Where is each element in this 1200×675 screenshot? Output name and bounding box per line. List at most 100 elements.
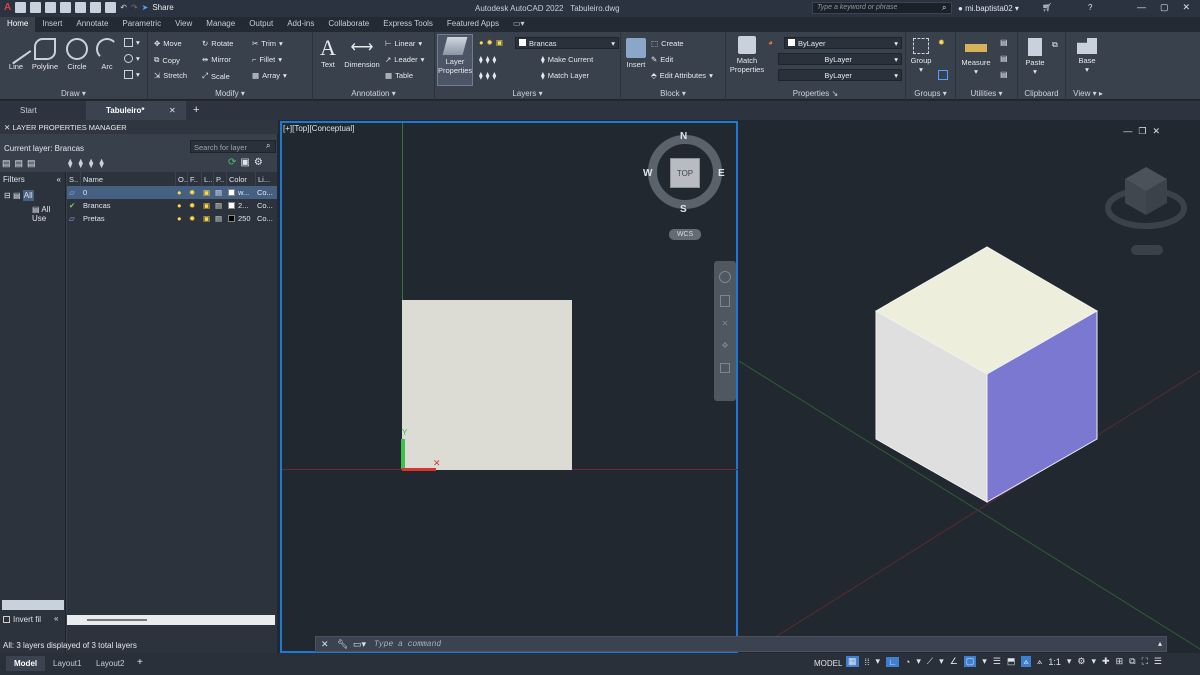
chevron-down-icon[interactable]: ▾ [1092,656,1097,667]
layout-tab-model[interactable]: Model [6,656,46,671]
open-icon[interactable] [30,2,42,13]
leader-button[interactable]: ↗ Leader ▾ [385,55,424,64]
cart-icon[interactable]: 🛒︎ [1042,3,1052,12]
command-expand-icon[interactable]: ▴ [1158,639,1162,648]
settings-icon[interactable]: ▣ [240,157,249,168]
col-linetype[interactable]: Li... [256,172,277,186]
minimize-icon[interactable]: — [1137,2,1146,13]
layer-on-icon[interactable]: ● [177,188,182,197]
layer-color-swatch[interactable] [228,189,235,196]
search-input[interactable]: Type a keyword or phrase [812,2,952,14]
clean-screen-icon[interactable]: ⛶ [1142,656,1148,667]
set-current-icon[interactable]: ⧫ [99,158,103,169]
grid-icon[interactable]: ▦ [846,656,859,667]
scale-button[interactable]: ⤢ Scale [202,71,230,81]
draw-panel-title[interactable]: Draw [61,89,80,98]
wcs-menu[interactable]: WCS [669,229,701,240]
array-button[interactable]: ▦ Array ▾ [252,71,287,80]
ortho-icon[interactable]: ∟ [886,656,899,667]
compass-west[interactable]: W [643,168,652,179]
color-wheel-icon[interactable]: ◕ [768,38,773,47]
filter-all[interactable]: ⊟ ▤ All [4,190,34,201]
layer-plot-icon[interactable]: ▤ [215,214,222,223]
quick-properties-icon[interactable]: ⊞ [1116,656,1124,667]
block-panel-title[interactable]: Block [660,89,680,98]
make-current-button[interactable]: ⧫ Make Current [541,55,593,64]
linetype-dropdown[interactable]: ByLayer ▾ [778,69,902,81]
text-button[interactable]: A Text [317,36,339,70]
lineweight-dropdown[interactable]: ByLayer ▾ [778,53,902,65]
wcs-menu-3d[interactable] [1131,245,1163,255]
viewport-controls[interactable]: [+][Top][Conceptual] [283,124,354,133]
groups-panel-title[interactable]: Groups [914,89,940,98]
tab-express-tools[interactable]: Express Tools [376,17,440,32]
object-snap-tracking-icon[interactable]: ∠ [950,656,958,667]
board-square[interactable] [402,300,572,470]
zoom-icon[interactable]: ✕ [719,319,731,329]
stretch-button[interactable]: ⇲ Stretch [154,71,187,80]
col-status[interactable]: S.. [67,172,81,186]
utilities-panel-title[interactable]: Utilities [970,89,996,98]
copy-clip-icon[interactable]: ⧉ [1052,40,1058,50]
delete-layer-icon[interactable]: ⧫ [89,158,93,169]
quick-select-icon[interactable]: ▤ [1000,38,1008,47]
measure-button[interactable]: Measure ▾ [958,40,994,76]
line-button[interactable]: Line [0,33,32,71]
layer-horizontal-scrollbar[interactable] [67,615,275,625]
group-select-icon[interactable] [938,70,948,80]
rectangle-button[interactable]: ▾ [124,38,140,47]
col-on[interactable]: O.. [176,172,188,186]
layer-plot-icon[interactable]: ▤ [215,188,222,197]
lineweight-icon[interactable]: ☰ [993,656,1001,667]
dimension-button[interactable]: ⟷ Dimension [343,36,381,69]
search-icon[interactable]: ⌕ [942,3,946,13]
layer-lock-icon[interactable]: ▣ [203,201,210,210]
col-color[interactable]: Color [227,172,256,186]
tab-output[interactable]: Output [242,17,280,32]
compass-east[interactable]: E [718,168,725,179]
close-command-icon[interactable]: ✕ [321,639,329,650]
layers-panel-title[interactable]: Layers [512,89,536,98]
arc-button[interactable]: Arc [95,38,119,71]
share-button[interactable]: Share [152,3,173,12]
new-property-filter-icon[interactable]: ▤ [2,158,11,169]
snap-icon[interactable]: ⁞⁞ [865,657,870,667]
circle-button[interactable]: Circle [64,38,90,71]
tab-home[interactable]: Home [0,17,36,32]
col-name[interactable]: Name [81,172,176,186]
layer-freeze-icon[interactable]: ✹ [189,214,195,223]
layer-color-swatch[interactable] [228,215,235,222]
base-button[interactable]: Base ▾ [1072,38,1102,74]
layer-lock-icon[interactable]: ▣ [203,188,210,197]
save-as-icon[interactable] [60,2,72,13]
polar-icon[interactable]: ◔ [905,657,910,667]
polyline-button[interactable]: Polyline [30,38,60,71]
collapse-filters-icon[interactable]: « [57,175,61,184]
view-panel-title[interactable]: View [1073,89,1090,98]
col-freeze[interactable]: F.. [188,172,202,186]
draw-more-button[interactable]: ▾ [124,70,140,79]
layer-lock-icon[interactable]: ▣ [203,214,210,223]
filter-all-used[interactable]: ▤ All Use [32,205,65,223]
layer-on-icon[interactable]: ● [177,201,182,210]
group-tools-icon[interactable]: ✹ [938,38,945,47]
tab-manage[interactable]: Manage [199,17,242,32]
ribbon-options-icon[interactable]: ▭▾ [506,17,532,32]
chevron-down-icon[interactable]: ▾ [1067,656,1072,667]
calculator-icon[interactable]: ▤ [1000,70,1008,79]
customization-icon[interactable]: ☰ [1154,656,1162,667]
create-block-button[interactable]: ⬚ Create [651,39,684,48]
tab-annotate[interactable]: Annotate [69,17,115,32]
collapse-panel-icon[interactable]: « [54,614,58,623]
col-plot[interactable]: P.. [214,172,227,186]
table-row[interactable]: ✔ Brancas ● ✹ ▣ ▤ 2... Co... [67,199,277,212]
save-icon[interactable] [45,2,57,13]
modify-panel-title[interactable]: Modify [215,89,239,98]
mirror-button[interactable]: ⇹ Mirror [202,55,231,64]
col-lock[interactable]: L.. [202,172,214,186]
tab-featured-apps[interactable]: Featured Apps [440,17,506,32]
linear-button[interactable]: ⊢ Linear ▾ [385,39,422,48]
viewport-3d[interactable]: — ❐ ✕ [739,121,1200,653]
scrollbar-thumb[interactable] [87,619,147,621]
orbit-icon[interactable]: ✥ [719,341,731,351]
